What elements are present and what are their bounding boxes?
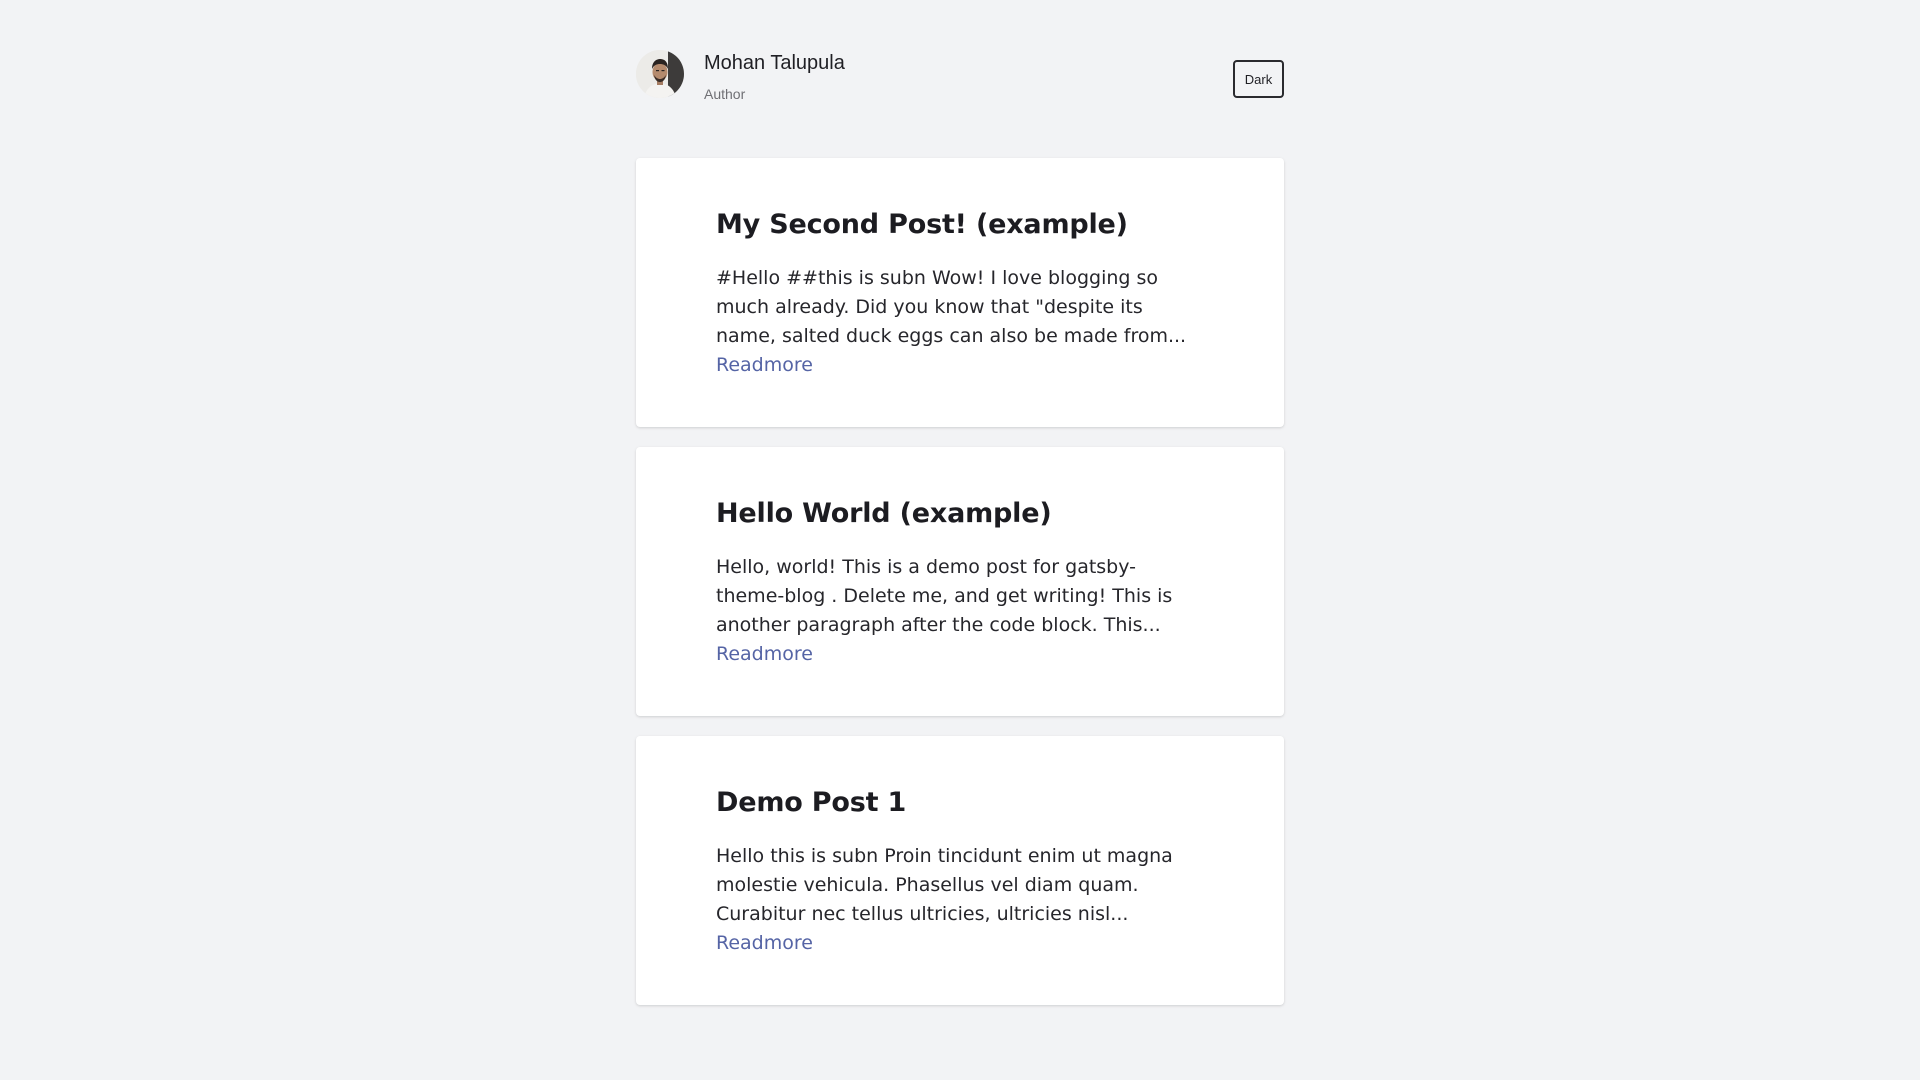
readmore-link[interactable]: Readmore [716, 932, 813, 954]
post-card: Demo Post 1 Hello this is subn Proin tin… [636, 736, 1284, 1005]
page: Mohan Talupula Author Dark My Second Pos… [0, 0, 1920, 1080]
author-name: Mohan Talupula [704, 52, 845, 74]
post-title[interactable]: My Second Post! (example) [716, 206, 1204, 244]
post-excerpt: #Hello ##this is subn Wow! I love bloggi… [716, 264, 1196, 380]
author-role: Author [704, 86, 746, 102]
site-header: Mohan Talupula Author Dark [636, 0, 1284, 158]
post-excerpt-text: Hello this is subn Proin tincidunt enim … [716, 845, 1173, 925]
avatar[interactable] [636, 50, 684, 98]
readmore-link[interactable]: Readmore [716, 643, 813, 665]
post-excerpt-text: #Hello ##this is subn Wow! I love bloggi… [716, 267, 1187, 347]
readmore-link[interactable]: Readmore [716, 354, 813, 376]
post-excerpt: Hello, world! This is a demo post for ga… [716, 553, 1196, 669]
post-excerpt-text: Hello, world! This is a demo post for ga… [716, 556, 1173, 636]
post-title[interactable]: Demo Post 1 [716, 784, 1204, 822]
main-column: Mohan Talupula Author Dark My Second Pos… [636, 0, 1284, 1025]
post-card: Hello World (example) Hello, world! This… [636, 447, 1284, 716]
theme-toggle-button[interactable]: Dark [1233, 60, 1284, 98]
post-excerpt: Hello this is subn Proin tincidunt enim … [716, 842, 1196, 958]
post-card: My Second Post! (example) #Hello ##this … [636, 158, 1284, 427]
post-title[interactable]: Hello World (example) [716, 495, 1204, 533]
avatar-photo [636, 50, 684, 98]
